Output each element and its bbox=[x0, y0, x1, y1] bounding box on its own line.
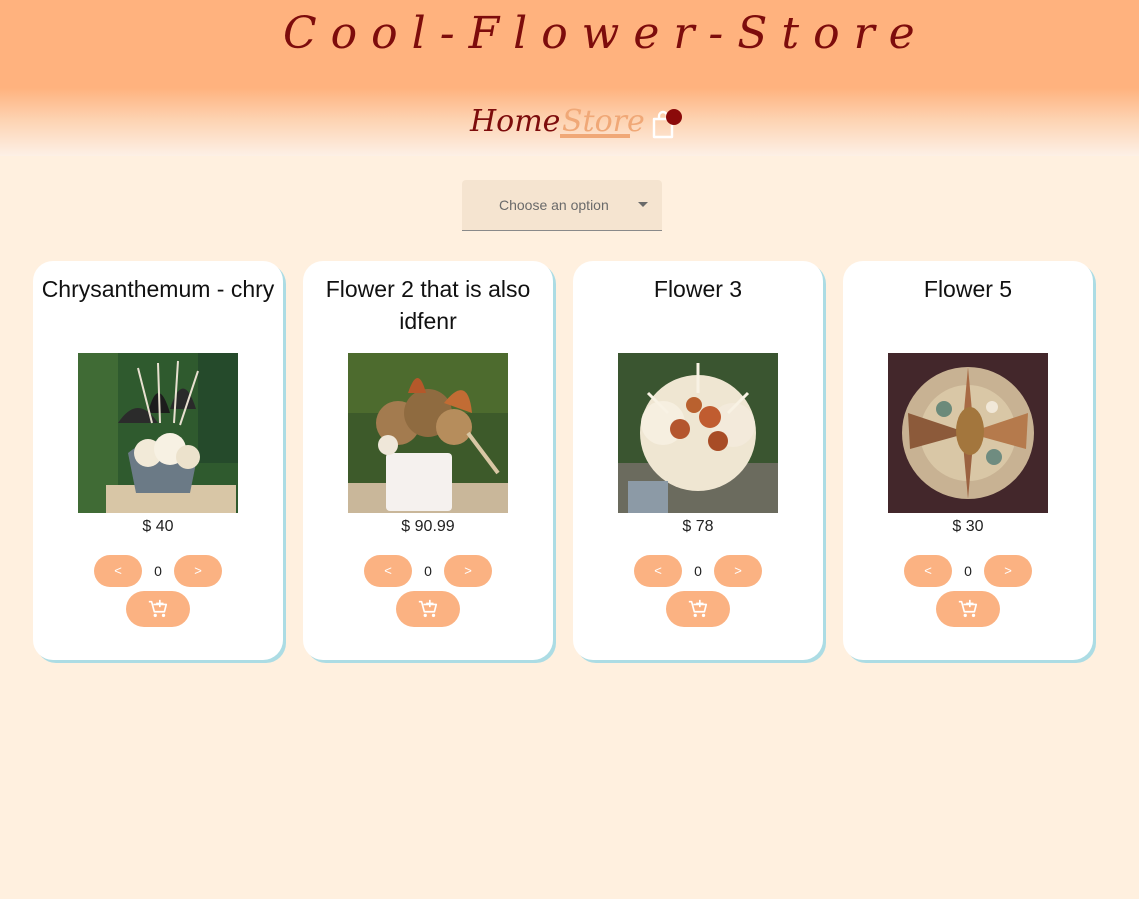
category-select[interactable]: Choose an option bbox=[462, 180, 662, 231]
product-image bbox=[78, 353, 238, 513]
product-price: $ 90.99 bbox=[401, 518, 455, 535]
select-placeholder: Choose an option bbox=[499, 197, 609, 213]
product-card: Chrysanthemum - chry $ 40 < 0 > bbox=[33, 261, 283, 660]
increase-quantity-button[interactable]: > bbox=[444, 555, 492, 587]
site-title: Cool-Flower-Store bbox=[283, 8, 929, 59]
product-title: Chrysanthemum - chry bbox=[41, 276, 275, 302]
add-to-cart-button[interactable] bbox=[936, 591, 1000, 627]
decrease-quantity-button[interactable]: < bbox=[94, 555, 142, 587]
product-card: Flower 3 $ 78 < 0 > bbox=[573, 261, 823, 660]
cart-badge bbox=[666, 109, 682, 125]
add-to-cart-button[interactable] bbox=[396, 591, 460, 627]
increase-quantity-button[interactable]: > bbox=[984, 555, 1032, 587]
add-to-cart-icon bbox=[418, 599, 438, 618]
decrease-quantity-button[interactable]: < bbox=[364, 555, 412, 587]
nav-home-link[interactable]: Home bbox=[470, 102, 560, 142]
add-to-cart-icon bbox=[148, 599, 168, 618]
product-card: Flower 2 that is also idfenr $ 90.99 < 0… bbox=[303, 261, 553, 660]
active-nav-underline bbox=[560, 134, 630, 138]
add-to-cart-icon bbox=[688, 599, 708, 618]
product-price: $ 30 bbox=[952, 518, 984, 535]
product-title: Flower 3 bbox=[653, 276, 743, 302]
product-image bbox=[348, 353, 508, 513]
product-image bbox=[618, 353, 778, 513]
quantity-value: 0 bbox=[154, 563, 162, 579]
dropdown-caret-icon bbox=[638, 202, 648, 207]
increase-quantity-button[interactable]: > bbox=[714, 555, 762, 587]
product-card: Flower 5 $ 30 < 0 > bbox=[843, 261, 1093, 660]
site-header: Cool-Flower-Store Home Store bbox=[0, 0, 1139, 156]
quantity-value: 0 bbox=[964, 563, 972, 579]
quantity-value: 0 bbox=[424, 563, 432, 579]
increase-quantity-button[interactable]: > bbox=[174, 555, 222, 587]
product-price: $ 78 bbox=[682, 518, 714, 535]
add-to-cart-button[interactable] bbox=[666, 591, 730, 627]
product-price: $ 40 bbox=[142, 518, 174, 535]
product-image bbox=[888, 353, 1048, 513]
decrease-quantity-button[interactable]: < bbox=[634, 555, 682, 587]
product-title: Flower 2 that is also idfenr bbox=[325, 276, 531, 334]
add-to-cart-button[interactable] bbox=[126, 591, 190, 627]
decrease-quantity-button[interactable]: < bbox=[904, 555, 952, 587]
quantity-value: 0 bbox=[694, 563, 702, 579]
add-to-cart-icon bbox=[958, 599, 978, 618]
product-title: Flower 5 bbox=[923, 276, 1013, 302]
